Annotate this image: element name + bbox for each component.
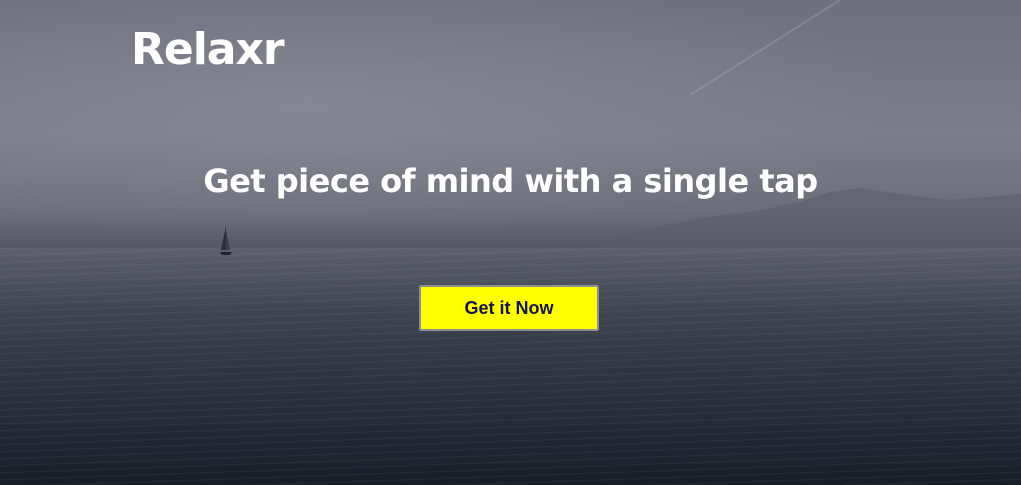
brand-logo: Relaxr [131,24,285,75]
sea-waves [0,248,1021,485]
hero-section: Relaxr Get piece of mind with a single t… [0,0,1021,485]
hero-tagline: Get piece of mind with a single tap [203,162,818,200]
sailboat-image [220,226,232,255]
get-it-now-button[interactable]: Get it Now [419,285,599,331]
